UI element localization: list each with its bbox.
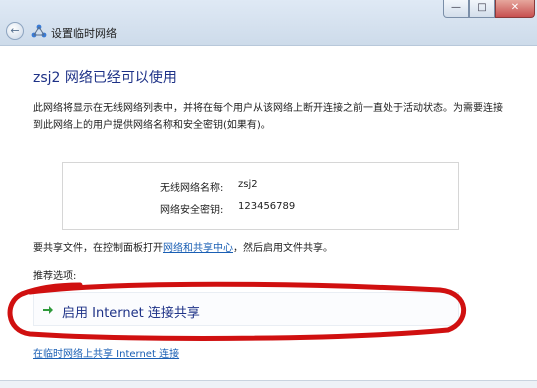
security-key-value: 123456789 [238,201,296,212]
share-internet-link[interactable]: 在临时网络上共享 Internet 连接 [33,345,179,360]
window-title: 设置临时网络 [51,27,117,40]
bottom-edge [0,380,537,388]
description-text: 此网络将显示在无线网络列表中，并将在每个用户从该网络上断开连接之前一直处于活动状… [33,103,503,131]
network-icon [31,24,47,38]
green-arrow-icon [43,306,53,314]
security-key-label: 网络安全密钥: [160,205,224,216]
dialog-window: — □ ✕ ← 设置临时网络 zsj2 网络已经可以使用 此网络将显示在无线网络… [0,0,537,388]
page-title: zsj2 网络已经可以使用 [33,70,177,86]
close-button[interactable]: ✕ [495,0,535,18]
share-files-suffix: ，然后启用文件共享。 [233,243,333,254]
window-controls: — □ ✕ [443,0,535,18]
share-files-prefix: 要共享文件，在控制面板打开 [33,243,163,254]
title-bar: — □ ✕ ← 设置临时网络 [0,0,537,46]
maximize-button[interactable]: □ [469,0,495,18]
share-files-text: 要共享文件，在控制面板打开网络和共享中心，然后启用文件共享。 [33,239,513,254]
back-button[interactable]: ← [6,22,24,40]
recommended-options-label: 推荐选项: [33,271,77,282]
network-name-label: 无线网络名称: [160,183,224,194]
enable-ics-label: 启用 Internet 连接共享 [62,306,200,321]
back-arrow-icon: ← [10,24,20,37]
network-name-value: zsj2 [238,179,258,190]
minimize-button[interactable]: — [443,0,469,18]
network-sharing-center-link[interactable]: 网络和共享中心 [163,243,233,254]
network-info-box: 无线网络名称: zsj2 网络安全密钥: 123456789 [62,162,459,230]
enable-ics-option[interactable]: 启用 Internet 连接共享 [33,292,459,326]
